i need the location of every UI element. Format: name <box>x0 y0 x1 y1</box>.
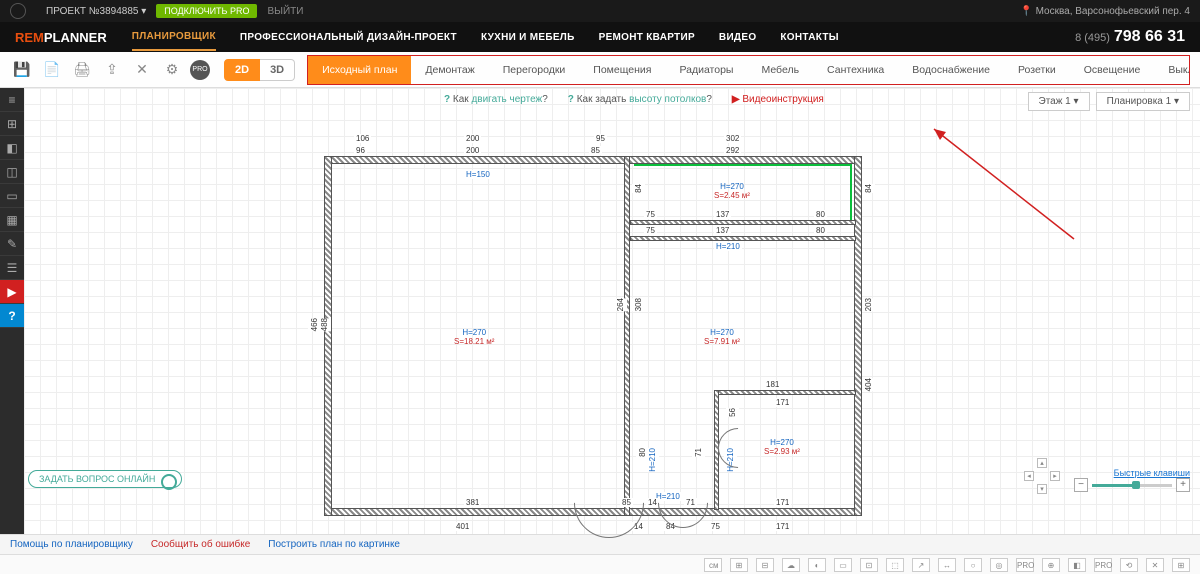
plan-tabs: Исходный план Демонтаж Перегородки Помещ… <box>307 55 1190 85</box>
help-height-link[interactable]: ? Как задать высоту потолков? <box>568 94 712 105</box>
sidebar-note-icon[interactable]: ✎ <box>0 232 24 256</box>
nav-design[interactable]: ПРОФЕССИОНАЛЬНЫЙ ДИЗАЙН-ПРОЕКТ <box>240 32 457 43</box>
zoom-in-button[interactable]: + <box>1176 478 1190 492</box>
bb-pro-2[interactable]: PRO <box>1094 558 1112 572</box>
bb-tool-6[interactable]: ⊡ <box>860 558 878 572</box>
layout-select[interactable]: Планировка 1 ▾ <box>1096 92 1190 111</box>
print-icon[interactable]: 🖨 <box>70 58 94 82</box>
phone: 8 (495) 798 66 31 <box>1075 28 1185 46</box>
pan-arrows: ▴ ◂ ▸ ▾ <box>1024 458 1060 494</box>
sidebar-object-icon[interactable]: ▦ <box>0 208 24 232</box>
zoom-slider[interactable] <box>1092 484 1172 487</box>
location-link[interactable]: 📍 Москва, Варсонофьевский пер. 4 <box>1020 6 1190 17</box>
save-icon[interactable]: 💾 <box>10 58 34 82</box>
tab-lighting[interactable]: Освещение <box>1070 56 1155 84</box>
bb-pro-1[interactable]: PRO <box>1016 558 1034 572</box>
help-video-link[interactable]: ▶ Видеоинструкция <box>732 94 824 105</box>
bb-tool-13[interactable]: ◧ <box>1068 558 1086 572</box>
bb-tool-4[interactable]: ◐ <box>808 558 826 572</box>
nav-contacts[interactable]: КОНТАКТЫ <box>780 32 838 43</box>
tab-water[interactable]: Водоснабжение <box>898 56 1004 84</box>
bb-tool-10[interactable]: ○ <box>964 558 982 572</box>
zoom-out-button[interactable]: − <box>1074 478 1088 492</box>
tab-source-plan[interactable]: Исходный план <box>308 56 411 84</box>
pro-icon[interactable]: PRO <box>190 60 210 80</box>
footer-help-link[interactable]: Помощь по планировщику <box>10 539 133 550</box>
bb-tool-1[interactable]: ⊞ <box>730 558 748 572</box>
sidebar-grid-icon[interactable]: ≡ <box>0 88 24 112</box>
share-icon[interactable]: ⇪ <box>100 58 124 82</box>
tab-plumbing[interactable]: Сантехника <box>813 56 898 84</box>
sidebar-youtube-icon[interactable]: ▶ <box>0 280 24 304</box>
sidebar-window-icon[interactable]: ▭ <box>0 184 24 208</box>
bb-tool-2[interactable]: ⊟ <box>756 558 774 572</box>
nav-video[interactable]: ВИДЕО <box>719 32 756 43</box>
bb-tool-15[interactable]: ✕ <box>1146 558 1164 572</box>
footer-report-link[interactable]: Сообщить об ошибке <box>151 539 250 550</box>
tab-rooms[interactable]: Помещения <box>579 56 665 84</box>
project-select[interactable]: ПРОЕКТ №3894885 ▾ <box>46 6 146 17</box>
bb-tool-14[interactable]: ⟲ <box>1120 558 1138 572</box>
footer-build-link[interactable]: Построить план по картинке <box>268 539 400 550</box>
tab-sockets[interactable]: Розетки <box>1004 56 1070 84</box>
export-icon[interactable]: 📄 <box>40 58 64 82</box>
pan-right-icon[interactable]: ▸ <box>1050 471 1060 481</box>
tab-furniture[interactable]: Мебель <box>747 56 813 84</box>
pan-down-icon[interactable]: ▾ <box>1037 484 1047 494</box>
tools-icon[interactable]: ✕ <box>130 58 154 82</box>
sidebar-layers-icon[interactable]: ☰ <box>0 256 24 280</box>
pan-left-icon[interactable]: ◂ <box>1024 471 1034 481</box>
bb-tool-9[interactable]: ↔ <box>938 558 956 572</box>
connect-pro-button[interactable]: ПОДКЛЮЧИТЬ PRO <box>156 4 257 18</box>
exit-link[interactable]: ВЫЙТИ <box>267 6 303 17</box>
sidebar-ruler-icon[interactable]: ⊞ <box>0 112 24 136</box>
help-move-link[interactable]: ? Как двигать чертеж? <box>444 94 548 105</box>
bb-tool-16[interactable]: ⊞ <box>1172 558 1190 572</box>
sidebar-door-icon[interactable]: ◫ <box>0 160 24 184</box>
unit-label[interactable]: см <box>704 558 722 572</box>
floorplan[interactable]: 106 200 95 302 96 200 85 292 466 488 H=1… <box>314 128 874 528</box>
bb-tool-8[interactable]: ↗ <box>912 558 930 572</box>
settings-icon[interactable]: ⚙ <box>160 58 184 82</box>
bb-tool-11[interactable]: ◎ <box>990 558 1008 572</box>
logo[interactable]: REMPLANNER <box>15 30 107 45</box>
bb-tool-7[interactable]: ⬚ <box>886 558 904 572</box>
sidebar-help-icon[interactable]: ? <box>0 304 24 328</box>
nav-kitchen[interactable]: КУХНИ И МЕБЕЛЬ <box>481 32 575 43</box>
view-3d-button[interactable]: 3D <box>260 59 295 81</box>
hotkeys-link[interactable]: Быстрые клавиши <box>1114 468 1190 478</box>
tab-switches[interactable]: Выключатели <box>1154 56 1190 84</box>
canvas[interactable]: ? Как двигать чертеж? ? Как задать высот… <box>24 88 1200 534</box>
pan-up-icon[interactable]: ▴ <box>1037 458 1047 468</box>
floor-select[interactable]: Этаж 1 ▾ <box>1028 92 1090 111</box>
bb-tool-3[interactable]: ☁ <box>782 558 800 572</box>
annotation-arrow <box>924 124 1084 244</box>
view-2d-button[interactable]: 2D <box>224 59 260 81</box>
nav-planner[interactable]: ПЛАНИРОВЩИК <box>132 31 216 51</box>
nav-renovation[interactable]: РЕМОНТ КВАРТИР <box>599 32 695 43</box>
sidebar-wall-icon[interactable]: ◧ <box>0 136 24 160</box>
bb-tool-5[interactable]: ▭ <box>834 558 852 572</box>
tab-partitions[interactable]: Перегородки <box>489 56 580 84</box>
bb-tool-12[interactable]: ⊕ <box>1042 558 1060 572</box>
tab-radiators[interactable]: Радиаторы <box>665 56 747 84</box>
tab-demolition[interactable]: Демонтаж <box>411 56 488 84</box>
ask-online-button[interactable]: ЗАДАТЬ ВОПРОС ОНЛАЙН <box>28 470 182 488</box>
